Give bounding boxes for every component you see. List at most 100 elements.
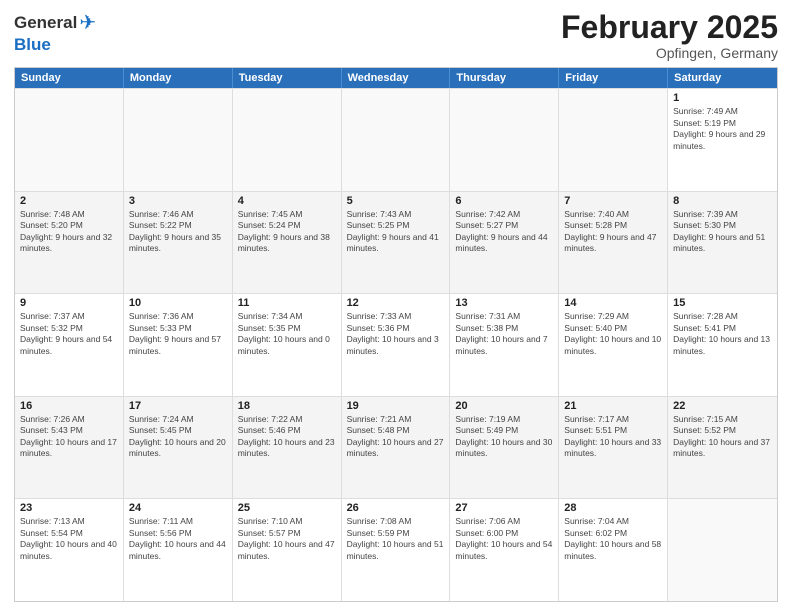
calendar-cell-0-3 xyxy=(342,89,451,191)
day-info: Sunrise: 7:22 AM Sunset: 5:46 PM Dayligh… xyxy=(238,414,336,460)
day-number: 10 xyxy=(129,297,227,309)
day-number: 13 xyxy=(455,297,553,309)
day-info: Sunrise: 7:21 AM Sunset: 5:48 PM Dayligh… xyxy=(347,414,445,460)
logo-blue: Blue xyxy=(14,35,51,54)
day-number: 15 xyxy=(673,297,772,309)
calendar-cell-1-0: 2Sunrise: 7:48 AM Sunset: 5:20 PM Daylig… xyxy=(15,192,124,294)
calendar-cell-2-4: 13 Sunrise: 7:31 AM Sunset: 5:38 PM Dayli… xyxy=(450,294,559,396)
calendar-row-2: 9 Sunrise: 7:37 AM Sunset: 5:32 PM Daylig… xyxy=(15,293,777,396)
calendar-cell-3-0: 16 Sunrise: 7:26 AM Sunset: 5:43 PM Dayli… xyxy=(15,397,124,499)
day-info: Sunrise: 7:42 AM Sunset: 5:27 PM Dayligh… xyxy=(455,209,553,255)
day-info: Sunrise: 7:17 AM Sunset: 5:51 PM Dayligh… xyxy=(564,414,662,460)
day-info: Sunrise: 7:36 AM Sunset: 5:33 PM Dayligh… xyxy=(129,311,227,357)
calendar-cell-4-4: 27Sunrise: 7:06 AM Sunset: 6:00 PM Dayli… xyxy=(450,499,559,601)
header-day-thursday: Thursday xyxy=(450,68,559,88)
calendar-cell-3-2: 18 Sunrise: 7:22 AM Sunset: 5:46 PM Dayli… xyxy=(233,397,342,499)
day-info: Sunrise: 7:19 AM Sunset: 5:49 PM Dayligh… xyxy=(455,414,553,460)
calendar-row-0: 1 Sunrise: 7:49 AM Sunset: 5:19 PM Daylig… xyxy=(15,88,777,191)
day-number: 20 xyxy=(455,400,553,412)
day-info: Sunrise: 7:49 AM Sunset: 5:19 PM Dayligh… xyxy=(673,106,772,152)
calendar-header: SundayMondayTuesdayWednesdayThursdayFrid… xyxy=(15,68,777,88)
calendar-cell-0-2 xyxy=(233,89,342,191)
calendar-cell-4-6 xyxy=(668,499,777,601)
day-number: 18 xyxy=(238,400,336,412)
day-info: Sunrise: 7:24 AM Sunset: 5:45 PM Dayligh… xyxy=(129,414,227,460)
day-info: Sunrise: 7:10 AM Sunset: 5:57 PM Dayligh… xyxy=(238,516,336,562)
logo-bird-icon: ✈ xyxy=(79,10,96,35)
day-info: Sunrise: 7:39 AM Sunset: 5:30 PM Dayligh… xyxy=(673,209,772,255)
header-day-saturday: Saturday xyxy=(668,68,777,88)
logo-general: General xyxy=(14,13,77,33)
calendar-cell-1-3: 5 Sunrise: 7:43 AM Sunset: 5:25 PM Daylig… xyxy=(342,192,451,294)
day-number: 9 xyxy=(20,297,118,309)
header-day-friday: Friday xyxy=(559,68,668,88)
day-number: 3 xyxy=(129,195,227,207)
day-number: 24 xyxy=(129,502,227,514)
calendar-cell-2-0: 9 Sunrise: 7:37 AM Sunset: 5:32 PM Daylig… xyxy=(15,294,124,396)
day-number: 2 xyxy=(20,195,118,207)
calendar-row-4: 23Sunrise: 7:13 AM Sunset: 5:54 PM Dayli… xyxy=(15,498,777,601)
calendar-cell-0-0 xyxy=(15,89,124,191)
calendar-cell-2-2: 11 Sunrise: 7:34 AM Sunset: 5:35 PM Dayli… xyxy=(233,294,342,396)
header-day-sunday: Sunday xyxy=(15,68,124,88)
calendar-cell-3-3: 19Sunrise: 7:21 AM Sunset: 5:48 PM Dayli… xyxy=(342,397,451,499)
day-number: 1 xyxy=(673,92,772,104)
calendar-cell-1-1: 3Sunrise: 7:46 AM Sunset: 5:22 PM Daylig… xyxy=(124,192,233,294)
calendar-cell-0-6: 1 Sunrise: 7:49 AM Sunset: 5:19 PM Daylig… xyxy=(668,89,777,191)
day-info: Sunrise: 7:26 AM Sunset: 5:43 PM Dayligh… xyxy=(20,414,118,460)
calendar-cell-0-4 xyxy=(450,89,559,191)
calendar-cell-1-2: 4Sunrise: 7:45 AM Sunset: 5:24 PM Daylig… xyxy=(233,192,342,294)
day-info: Sunrise: 7:31 AM Sunset: 5:38 PM Dayligh… xyxy=(455,311,553,357)
header: General ✈ Blue February 2025 Opfingen, G… xyxy=(14,10,778,61)
day-info: Sunrise: 7:40 AM Sunset: 5:28 PM Dayligh… xyxy=(564,209,662,255)
day-number: 26 xyxy=(347,502,445,514)
day-info: Sunrise: 7:15 AM Sunset: 5:52 PM Dayligh… xyxy=(673,414,772,460)
day-number: 22 xyxy=(673,400,772,412)
header-day-wednesday: Wednesday xyxy=(342,68,451,88)
day-number: 23 xyxy=(20,502,118,514)
location: Opfingen, Germany xyxy=(561,45,778,61)
calendar-cell-2-3: 12 Sunrise: 7:33 AM Sunset: 5:36 PM Dayli… xyxy=(342,294,451,396)
day-info: Sunrise: 7:37 AM Sunset: 5:32 PM Dayligh… xyxy=(20,311,118,357)
calendar-cell-0-1 xyxy=(124,89,233,191)
day-info: Sunrise: 7:43 AM Sunset: 5:25 PM Dayligh… xyxy=(347,209,445,255)
day-info: Sunrise: 7:33 AM Sunset: 5:36 PM Dayligh… xyxy=(347,311,445,357)
day-info: Sunrise: 7:29 AM Sunset: 5:40 PM Dayligh… xyxy=(564,311,662,357)
day-number: 25 xyxy=(238,502,336,514)
calendar-cell-4-5: 28 Sunrise: 7:04 AM Sunset: 6:02 PM Dayli… xyxy=(559,499,668,601)
calendar-cell-1-4: 6 Sunrise: 7:42 AM Sunset: 5:27 PM Daylig… xyxy=(450,192,559,294)
day-number: 11 xyxy=(238,297,336,309)
calendar-cell-4-0: 23Sunrise: 7:13 AM Sunset: 5:54 PM Dayli… xyxy=(15,499,124,601)
day-number: 5 xyxy=(347,195,445,207)
day-number: 27 xyxy=(455,502,553,514)
calendar-row-3: 16 Sunrise: 7:26 AM Sunset: 5:43 PM Dayli… xyxy=(15,396,777,499)
calendar-cell-4-1: 24 Sunrise: 7:11 AM Sunset: 5:56 PM Dayli… xyxy=(124,499,233,601)
title-block: February 2025 Opfingen, Germany xyxy=(561,10,778,61)
calendar-cell-2-1: 10 Sunrise: 7:36 AM Sunset: 5:33 PM Dayli… xyxy=(124,294,233,396)
calendar: SundayMondayTuesdayWednesdayThursdayFrid… xyxy=(14,67,778,602)
page: General ✈ Blue February 2025 Opfingen, G… xyxy=(0,0,792,612)
day-number: 28 xyxy=(564,502,662,514)
logo: General ✈ Blue xyxy=(14,10,96,55)
calendar-body: 1 Sunrise: 7:49 AM Sunset: 5:19 PM Daylig… xyxy=(15,88,777,601)
logo-text: General ✈ Blue xyxy=(14,10,96,55)
day-number: 6 xyxy=(455,195,553,207)
calendar-cell-4-2: 25 Sunrise: 7:10 AM Sunset: 5:57 PM Dayli… xyxy=(233,499,342,601)
calendar-row-1: 2Sunrise: 7:48 AM Sunset: 5:20 PM Daylig… xyxy=(15,191,777,294)
day-number: 12 xyxy=(347,297,445,309)
day-info: Sunrise: 7:45 AM Sunset: 5:24 PM Dayligh… xyxy=(238,209,336,255)
calendar-cell-3-5: 21 Sunrise: 7:17 AM Sunset: 5:51 PM Dayli… xyxy=(559,397,668,499)
month-title: February 2025 xyxy=(561,10,778,45)
calendar-cell-2-6: 15Sunrise: 7:28 AM Sunset: 5:41 PM Dayli… xyxy=(668,294,777,396)
header-day-tuesday: Tuesday xyxy=(233,68,342,88)
day-info: Sunrise: 7:11 AM Sunset: 5:56 PM Dayligh… xyxy=(129,516,227,562)
day-info: Sunrise: 7:34 AM Sunset: 5:35 PM Dayligh… xyxy=(238,311,336,357)
day-info: Sunrise: 7:04 AM Sunset: 6:02 PM Dayligh… xyxy=(564,516,662,562)
calendar-cell-4-3: 26Sunrise: 7:08 AM Sunset: 5:59 PM Dayli… xyxy=(342,499,451,601)
day-number: 16 xyxy=(20,400,118,412)
day-number: 14 xyxy=(564,297,662,309)
day-number: 8 xyxy=(673,195,772,207)
day-number: 21 xyxy=(564,400,662,412)
day-number: 17 xyxy=(129,400,227,412)
calendar-cell-3-6: 22 Sunrise: 7:15 AM Sunset: 5:52 PM Dayli… xyxy=(668,397,777,499)
